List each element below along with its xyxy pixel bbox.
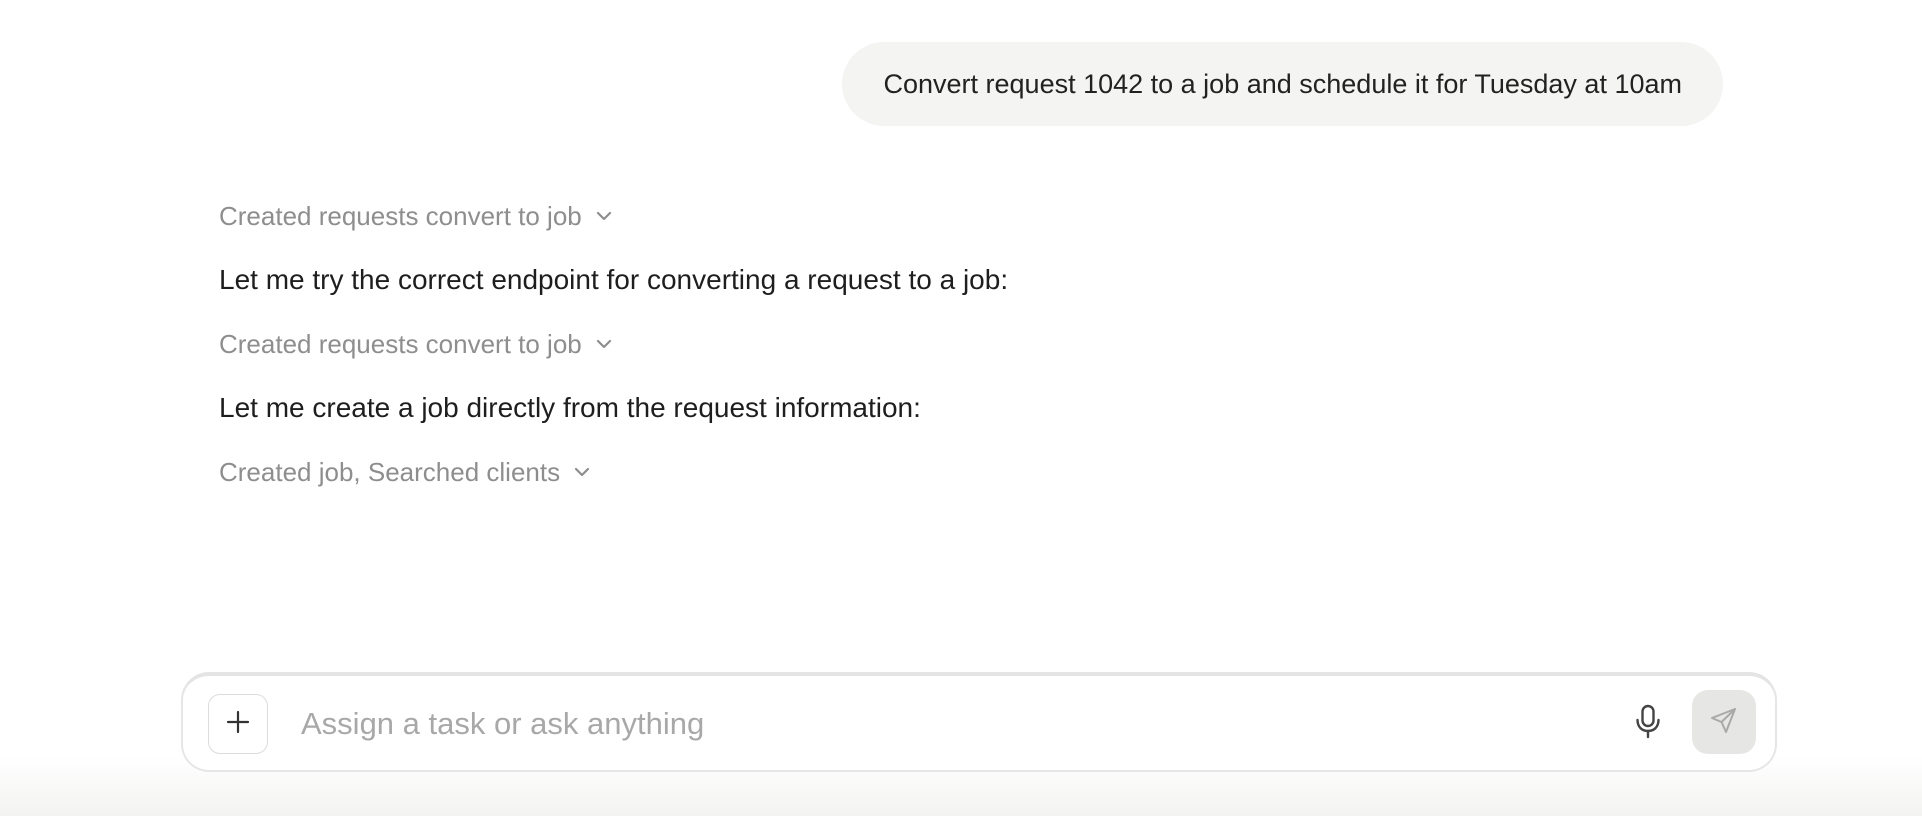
assistant-message-text: Let me create a job directly from the re… [219, 392, 921, 423]
chevron-down-icon [596, 339, 612, 349]
chevron-down-icon [574, 467, 590, 477]
add-attachment-button[interactable] [208, 694, 268, 754]
tool-call-summary-3[interactable]: Created job, Searched clients [219, 452, 1619, 492]
task-input[interactable] [301, 698, 1481, 750]
tool-call-label: Created job, Searched clients [219, 456, 561, 487]
tool-call-label: Created requests convert to job [219, 328, 582, 359]
plus-icon [225, 709, 251, 740]
chat-thread: Convert request 1042 to a job and schedu… [0, 0, 1922, 660]
user-message-bubble: Convert request 1042 to a job and schedu… [842, 42, 1723, 126]
voice-input-button[interactable] [1628, 704, 1668, 744]
microphone-icon [1634, 704, 1662, 745]
tool-call-label: Created requests convert to job [219, 200, 582, 231]
assistant-response: Created requests convert to job Let me t… [219, 196, 1619, 492]
user-message-text: Convert request 1042 to a job and schedu… [883, 68, 1682, 99]
send-button[interactable] [1692, 690, 1756, 754]
assistant-message-text: Let me try the correct endpoint for conv… [219, 264, 1009, 295]
chevron-down-icon [596, 211, 612, 221]
tool-call-summary-2[interactable]: Created requests convert to job [219, 324, 1619, 364]
send-icon [1709, 705, 1739, 740]
message-composer [181, 672, 1777, 772]
tool-call-summary-1[interactable]: Created requests convert to job [219, 196, 1619, 236]
